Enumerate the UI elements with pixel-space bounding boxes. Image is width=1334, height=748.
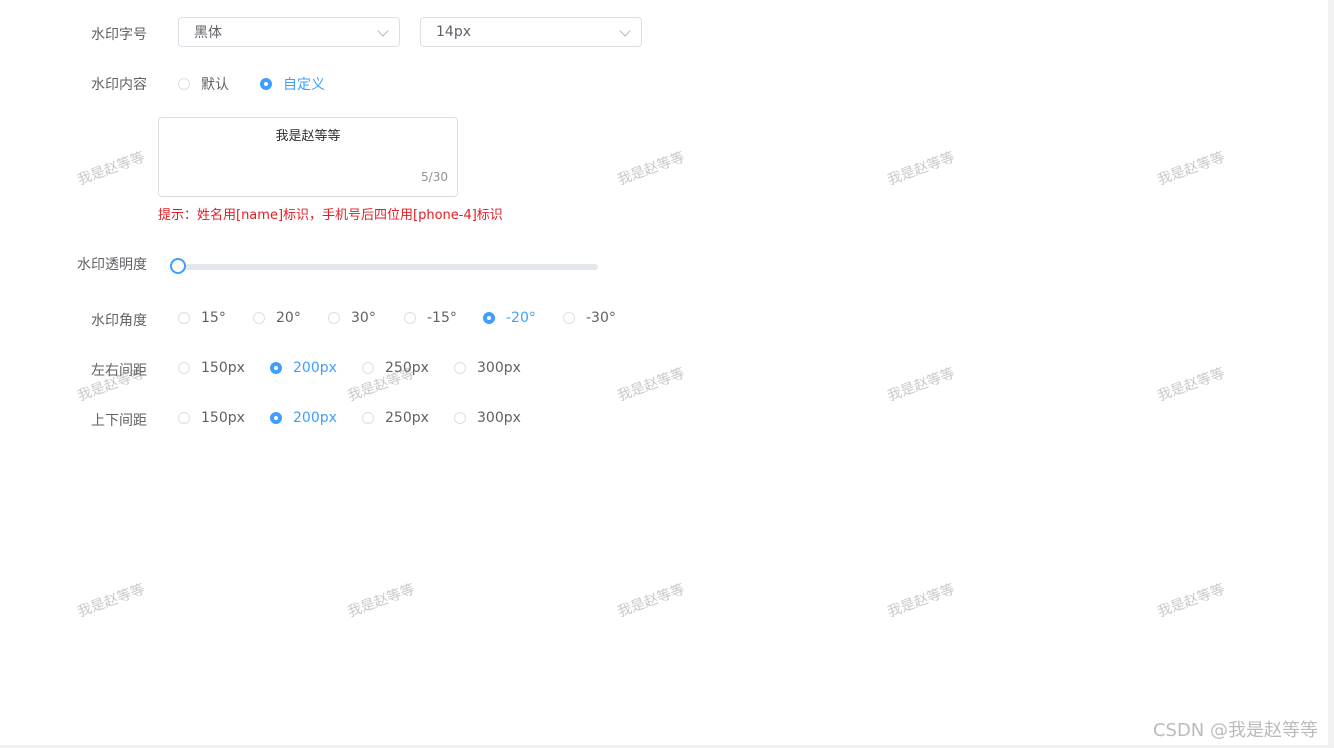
- angle-radio[interactable]: -20°: [483, 310, 536, 326]
- angle-label: 水印角度: [91, 313, 147, 329]
- content-radio[interactable]: 自定义: [260, 74, 325, 94]
- content-radio-label: 自定义: [283, 77, 325, 93]
- radio-circle-icon: [328, 312, 340, 324]
- content-radio-label: 默认: [201, 77, 229, 93]
- horizontal-spacing-radio[interactable]: 150px: [178, 360, 245, 376]
- vertical-spacing-radio[interactable]: 300px: [454, 410, 521, 426]
- radio-circle-icon: [404, 312, 416, 324]
- radio-circle-icon: [362, 412, 374, 424]
- angle-radio-label: 15°: [201, 310, 226, 326]
- radio-circle-icon: [454, 362, 466, 374]
- angle-radio-label: 30°: [351, 310, 376, 326]
- vertical-spacing-radio-label: 250px: [385, 410, 429, 426]
- horizontal-spacing-radio-label: 200px: [293, 360, 337, 376]
- watermark-text: 我是赵等等: [615, 149, 687, 189]
- radio-circle-icon: [270, 412, 282, 424]
- radio-circle-icon: [483, 312, 495, 324]
- watermark-text: 我是赵等等: [885, 581, 957, 621]
- watermark-text: 我是赵等等: [345, 581, 417, 621]
- horizontal-spacing-radio-label: 300px: [477, 360, 521, 376]
- opacity-label: 水印透明度: [77, 257, 147, 273]
- watermark-text-input[interactable]: 我是赵等等 5/30: [158, 117, 458, 197]
- horizontal-spacing-radio[interactable]: 200px: [270, 360, 337, 376]
- angle-radio[interactable]: -30°: [563, 310, 616, 326]
- watermark-text: 我是赵等等: [615, 365, 687, 405]
- chevron-down-icon: [619, 25, 631, 37]
- horizontal-spacing-label: 左右间距: [91, 363, 147, 379]
- font-size-value: 14px: [436, 24, 471, 40]
- watermark-text-value: 我是赵等等: [275, 129, 341, 144]
- radio-circle-icon: [454, 412, 466, 424]
- angle-radio-label: 20°: [276, 310, 301, 326]
- radio-circle-icon: [362, 362, 374, 374]
- opacity-slider-handle[interactable]: [170, 258, 186, 274]
- radio-circle-icon: [270, 362, 282, 374]
- radio-circle-icon: [253, 312, 265, 324]
- angle-radio-label: -30°: [586, 310, 616, 326]
- csdn-watermark: CSDN @我是赵等等: [1152, 720, 1318, 741]
- vertical-spacing-radio[interactable]: 200px: [270, 410, 337, 426]
- scrollbar-track[interactable]: [1328, 0, 1334, 748]
- angle-radio[interactable]: 15°: [178, 310, 226, 326]
- vertical-spacing-radio-label: 300px: [477, 410, 521, 426]
- watermark-text: 我是赵等等: [1155, 149, 1227, 189]
- radio-circle-icon: [178, 312, 190, 324]
- font-size-select[interactable]: 14px: [420, 17, 642, 47]
- horizontal-spacing-radio-label: 150px: [201, 360, 245, 376]
- angle-radio[interactable]: -15°: [404, 310, 457, 326]
- watermark-text: 我是赵等等: [885, 365, 957, 405]
- char-counter: 5/30: [421, 170, 448, 184]
- watermark-text: 我是赵等等: [615, 581, 687, 621]
- radio-circle-icon: [563, 312, 575, 324]
- watermark-text: 我是赵等等: [885, 149, 957, 189]
- vertical-spacing-radio-label: 150px: [201, 410, 245, 426]
- radio-circle-icon: [178, 412, 190, 424]
- radio-circle-icon: [178, 362, 190, 374]
- horizontal-spacing-radio-label: 250px: [385, 360, 429, 376]
- watermark-text: 我是赵等等: [75, 581, 147, 621]
- horizontal-spacing-radio[interactable]: 300px: [454, 360, 521, 376]
- font-family-select[interactable]: 黑体: [178, 17, 400, 47]
- vertical-spacing-radio[interactable]: 250px: [362, 410, 429, 426]
- vertical-spacing-label: 上下间距: [91, 413, 147, 429]
- chevron-down-icon: [377, 25, 389, 37]
- angle-radio-label: -15°: [427, 310, 457, 326]
- hint-text: 提示：姓名用[name]标识，手机号后四位用[phone-4]标识: [158, 208, 503, 223]
- font-family-value: 黑体: [194, 25, 222, 41]
- angle-radio-label: -20°: [506, 310, 536, 326]
- font-label: 水印字号: [91, 27, 147, 43]
- content-label: 水印内容: [91, 77, 147, 93]
- watermark-text: 我是赵等等: [75, 149, 147, 189]
- horizontal-spacing-radio[interactable]: 250px: [362, 360, 429, 376]
- vertical-spacing-radio[interactable]: 150px: [178, 410, 245, 426]
- radio-circle-icon: [260, 78, 272, 90]
- angle-radio[interactable]: 20°: [253, 310, 301, 326]
- watermark-text: 我是赵等等: [1155, 365, 1227, 405]
- content-radio[interactable]: 默认: [178, 74, 229, 94]
- watermark-text: 我是赵等等: [1155, 581, 1227, 621]
- angle-radio[interactable]: 30°: [328, 310, 376, 326]
- radio-circle-icon: [178, 78, 190, 90]
- vertical-spacing-radio-label: 200px: [293, 410, 337, 426]
- opacity-slider-track[interactable]: [178, 264, 598, 270]
